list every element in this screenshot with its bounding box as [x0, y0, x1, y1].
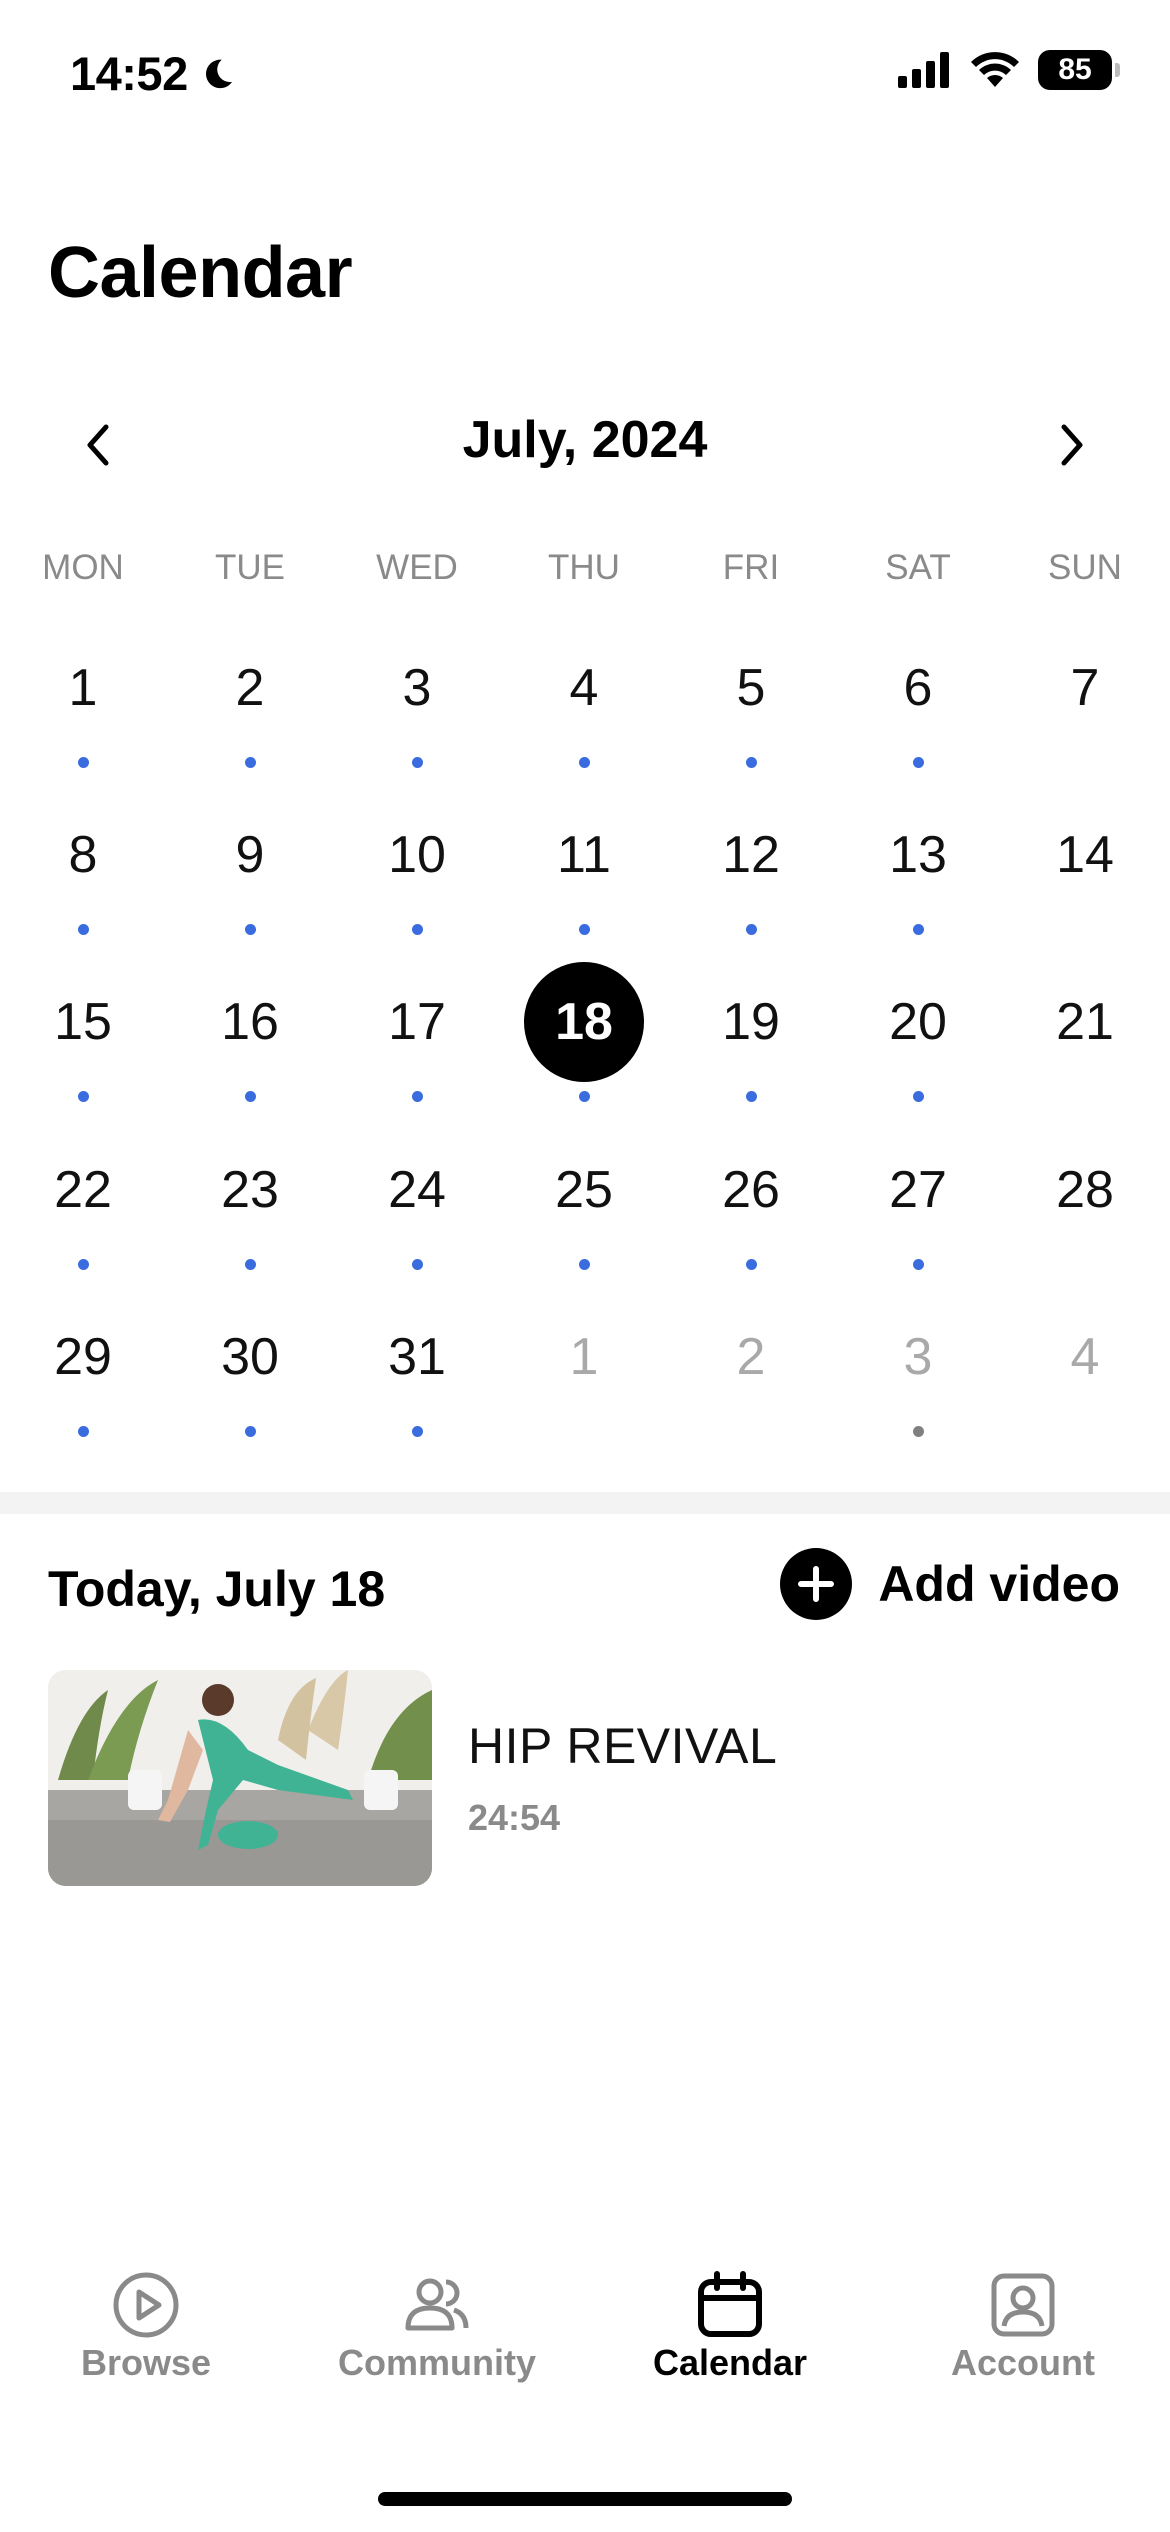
add-video-label: Add video: [878, 1556, 1120, 1612]
person-square-icon: [991, 2273, 1055, 2337]
day-cell[interactable]: 9: [190, 795, 310, 915]
event-dot: [578, 923, 590, 935]
day-cell[interactable]: 20: [858, 962, 978, 1082]
event-dot: [77, 1425, 89, 1437]
event-dot: [745, 756, 757, 768]
day-cell[interactable]: 26: [691, 1130, 811, 1250]
day-cell[interactable]: 2: [190, 628, 310, 748]
calendar-icon: [698, 2271, 762, 2337]
day-cell[interactable]: 7: [1025, 628, 1145, 748]
event-dot: [244, 923, 256, 935]
day-cell[interactable]: 2: [691, 1297, 811, 1417]
scheduled-video-item[interactable]: HIP REVIVAL 24:54: [48, 1670, 1122, 1886]
day-cell[interactable]: 5: [691, 628, 811, 748]
event-dot: [244, 1258, 256, 1270]
day-cell[interactable]: 27: [858, 1130, 978, 1250]
home-indicator[interactable]: [378, 2492, 792, 2506]
tab-account[interactable]: Account: [893, 2270, 1153, 2384]
day-cell[interactable]: 12: [691, 795, 811, 915]
event-dot: [411, 1258, 423, 1270]
plus-icon: [780, 1548, 853, 1620]
event-dot: [578, 756, 590, 768]
people-icon: [405, 2278, 469, 2331]
event-dot: [77, 1090, 89, 1102]
day-cell[interactable]: 21: [1025, 962, 1145, 1082]
event-dot: [244, 1090, 256, 1102]
tab-label: Account: [951, 2342, 1095, 2383]
event-dot: [411, 923, 423, 935]
day-cell[interactable]: 3: [357, 628, 477, 748]
day-cell[interactable]: 13: [858, 795, 978, 915]
day-cell[interactable]: 22: [23, 1130, 143, 1250]
event-dot: [745, 923, 757, 935]
event-dot: [745, 1258, 757, 1270]
day-cell[interactable]: 25: [524, 1130, 644, 1250]
day-cell[interactable]: 3: [858, 1297, 978, 1417]
event-dot: [411, 1425, 423, 1437]
day-cell[interactable]: 24: [357, 1130, 477, 1250]
tab-community[interactable]: Community: [307, 2270, 567, 2384]
event-dot: [912, 1258, 924, 1270]
event-dot: [578, 1090, 590, 1102]
today-heading: Today, July 18: [48, 1561, 386, 1617]
video-title: HIP REVIVAL: [468, 1718, 778, 1774]
event-dot: [578, 1258, 590, 1270]
video-thumbnail: [48, 1670, 432, 1886]
play-circle-icon: [113, 2272, 179, 2338]
day-cell[interactable]: 6: [858, 628, 978, 748]
day-cell[interactable]: 15: [23, 962, 143, 1082]
event-dot: [244, 756, 256, 768]
day-cell[interactable]: 23: [190, 1130, 310, 1250]
section-divider: [0, 1492, 1170, 1514]
day-cell[interactable]: 28: [1025, 1130, 1145, 1250]
tab-label: Community: [338, 2342, 536, 2383]
add-video-button[interactable]: Add video: [780, 1548, 1120, 1620]
tab-label: Browse: [80, 2342, 212, 2383]
tab-browse[interactable]: Browse: [16, 2270, 276, 2384]
video-duration: 24:54: [468, 1797, 561, 1838]
day-cell[interactable]: 4: [1025, 1297, 1145, 1417]
event-dot: [411, 1090, 423, 1102]
event-dot: [411, 756, 423, 768]
tab-bar: Browse Community Calendar Account: [0, 2270, 1170, 2410]
day-cell[interactable]: 17: [357, 962, 477, 1082]
event-dot: [912, 756, 924, 768]
video-info: HIP REVIVAL 24:54: [468, 1717, 777, 1839]
event-dot: [912, 923, 924, 935]
event-dot: [244, 1425, 256, 1437]
day-cell[interactable]: 1: [23, 628, 143, 748]
day-cell[interactable]: 31: [357, 1297, 477, 1417]
selected-day-cell[interactable]: 18: [524, 962, 644, 1082]
day-cell[interactable]: 16: [190, 962, 310, 1082]
day-cell[interactable]: 10: [357, 795, 477, 915]
event-dot: [77, 923, 89, 935]
event-dot: [77, 1258, 89, 1270]
event-dot: [912, 1425, 924, 1437]
day-cell[interactable]: 11: [524, 795, 644, 915]
calendar-grid: 1 2 3 4 5 6 7 8 9 10 11 12 13 14 15 16 17 18 19 20 21 22 23 24 2…: [0, 0, 1170, 1470]
event-dot: [745, 1090, 757, 1102]
day-cell[interactable]: 30: [190, 1297, 310, 1417]
event-dot: [77, 756, 89, 768]
day-cell[interactable]: 29: [23, 1297, 143, 1417]
event-dot: [912, 1090, 924, 1102]
tab-label: Calendar: [652, 2342, 808, 2383]
day-cell[interactable]: 14: [1025, 795, 1145, 915]
day-cell[interactable]: 1: [524, 1297, 644, 1417]
tab-calendar[interactable]: Calendar: [600, 2270, 860, 2384]
day-cell[interactable]: 8: [23, 795, 143, 915]
day-cell[interactable]: 19: [691, 962, 811, 1082]
day-cell[interactable]: 4: [524, 628, 644, 748]
